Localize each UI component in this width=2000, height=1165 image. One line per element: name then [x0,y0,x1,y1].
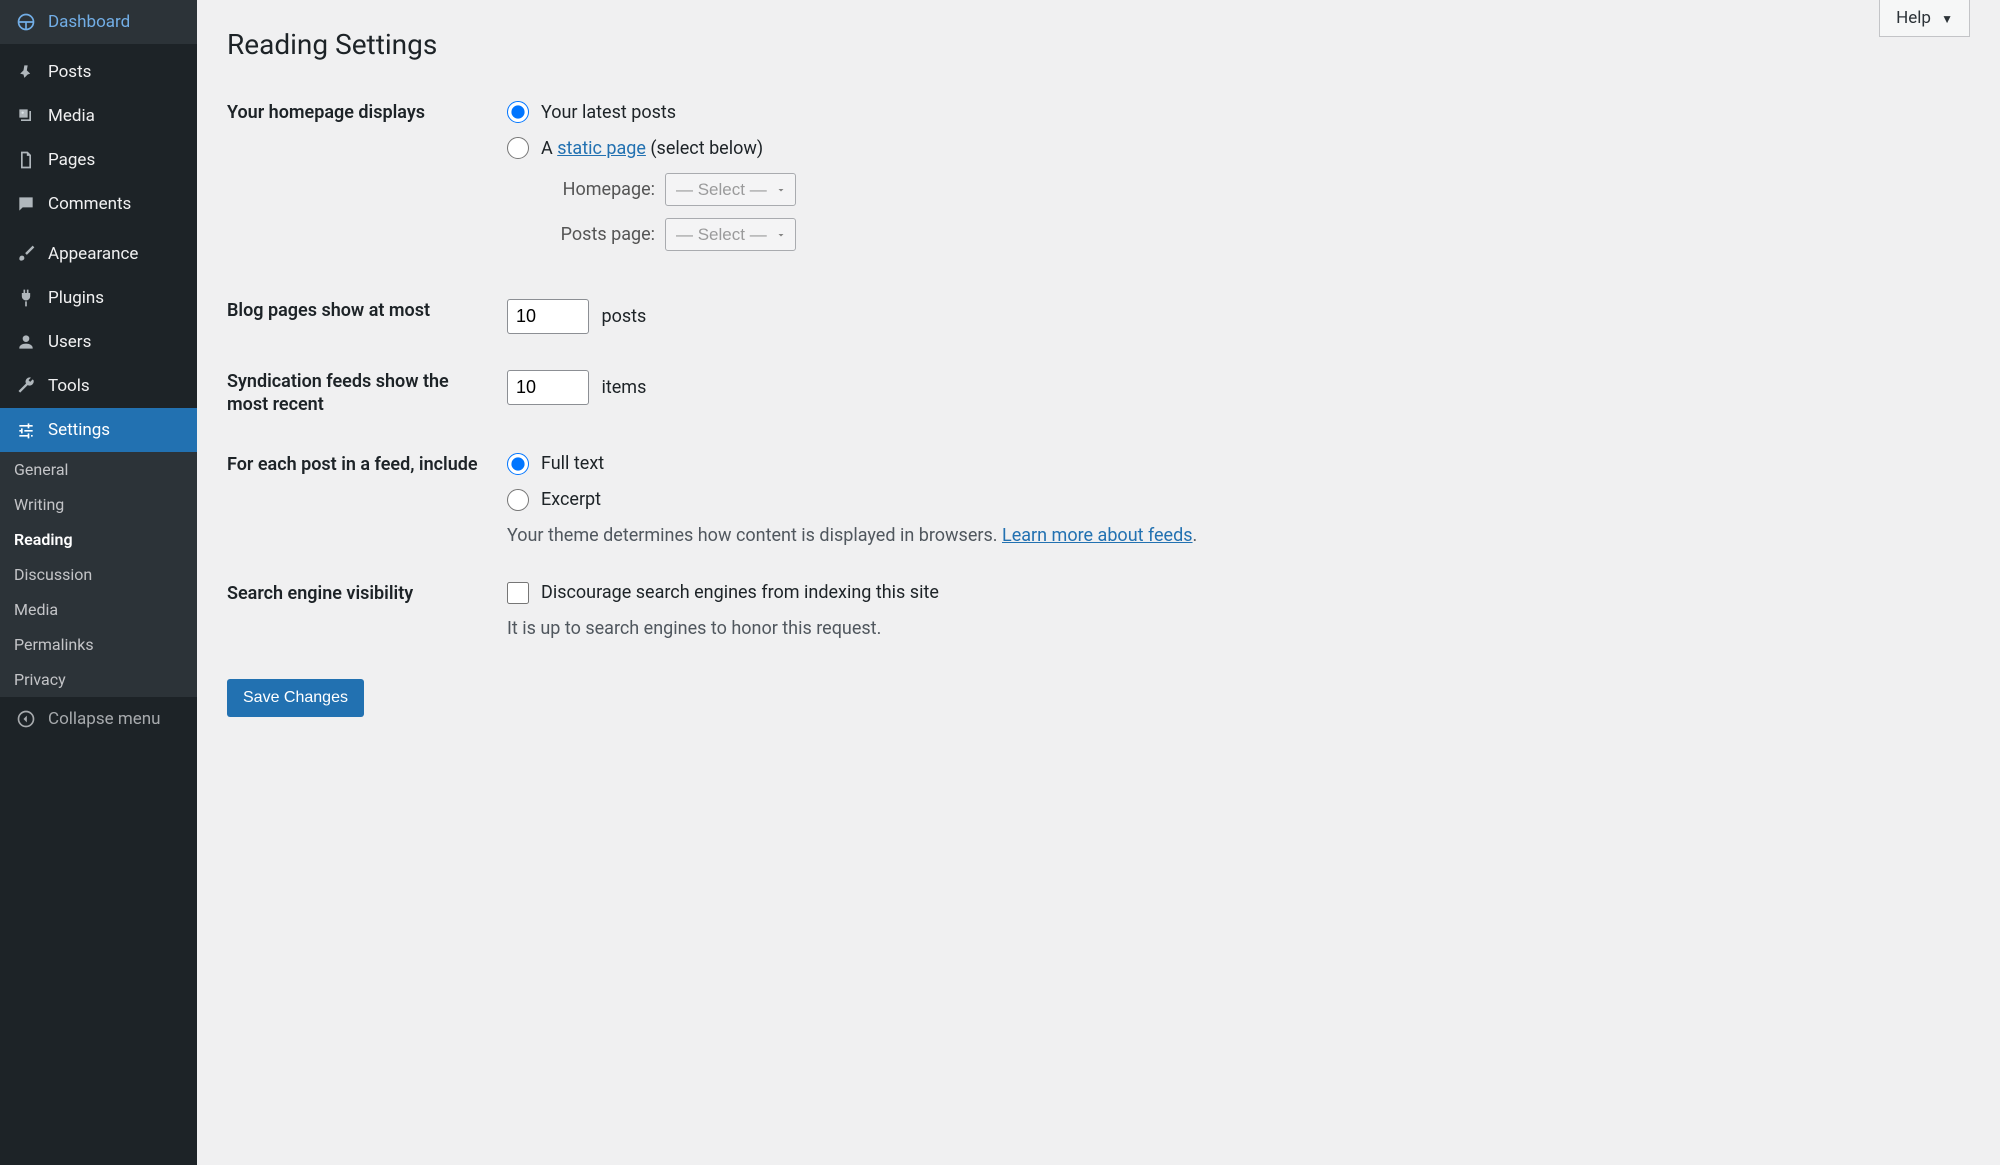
collapse-label: Collapse menu [48,709,161,729]
collapse-menu[interactable]: Collapse menu [0,697,197,741]
feed-description: Your theme determines how content is dis… [507,525,1970,546]
submenu-item-general[interactable]: General [0,452,197,487]
homepage-latest-radio[interactable] [507,101,529,123]
sidebar-item-appearance[interactable]: Appearance [0,232,197,276]
feed-include-label: For each post in a feed, include [227,453,507,546]
syndication-input[interactable] [507,370,589,405]
posts-page-select-label: Posts page: [531,224,655,245]
sidebar-item-label: Dashboard [48,12,130,32]
sidebar-item-users[interactable]: Users [0,320,197,364]
sidebar-item-media[interactable]: Media [0,94,197,138]
sliders-icon [14,418,38,442]
wrench-icon [14,374,38,398]
sidebar-item-label: Posts [48,62,91,82]
media-icon [14,104,38,128]
sidebar-item-label: Media [48,106,95,126]
blog-pages-suffix: posts [601,306,646,327]
pin-icon [14,60,38,84]
brush-icon [14,242,38,266]
feed-fulltext-label: Full text [541,453,604,474]
submenu-item-discussion[interactable]: Discussion [0,557,197,592]
syndication-label: Syndication feeds show the most recent [227,370,507,417]
blog-pages-input[interactable] [507,299,589,334]
homepage-select[interactable]: — Select — [665,173,796,206]
syndication-suffix: items [601,377,646,398]
save-changes-button[interactable]: Save Changes [227,679,364,717]
sidebar-item-dashboard[interactable]: Dashboard [0,0,197,44]
homepage-displays-label: Your homepage displays [227,101,507,263]
feed-excerpt-radio[interactable] [507,489,529,511]
plug-icon [14,286,38,310]
sidebar-item-settings[interactable]: Settings [0,408,197,452]
sidebar-item-label: Pages [48,150,95,170]
user-icon [14,330,38,354]
settings-submenu: General Writing Reading Discussion Media… [0,452,197,697]
blog-pages-label: Blog pages show at most [227,299,507,334]
search-visibility-description: It is up to search engines to honor this… [507,618,1970,639]
sidebar-item-label: Plugins [48,288,104,308]
sidebar-item-pages[interactable]: Pages [0,138,197,182]
comment-icon [14,192,38,216]
submenu-item-permalinks[interactable]: Permalinks [0,627,197,662]
sidebar-item-label: Settings [48,420,110,440]
discourage-search-checkbox[interactable] [507,582,529,604]
homepage-static-label: A static page (select below) [541,138,763,159]
submenu-item-media[interactable]: Media [0,592,197,627]
sidebar-item-label: Users [48,332,91,352]
collapse-icon [14,707,38,731]
sidebar-item-label: Comments [48,194,131,214]
sidebar-item-label: Tools [48,376,90,396]
homepage-static-radio[interactable] [507,137,529,159]
sidebar-item-label: Appearance [48,244,138,264]
homepage-select-label: Homepage: [531,179,655,200]
learn-more-feeds-link[interactable]: Learn more about feeds [1002,525,1193,546]
submenu-item-privacy[interactable]: Privacy [0,662,197,697]
main-content: Help ▼ Reading Settings Your homepage di… [197,0,2000,1165]
feed-fulltext-radio[interactable] [507,453,529,475]
static-page-link[interactable]: static page [557,138,646,159]
search-visibility-label: Search engine visibility [227,582,507,639]
sidebar-item-posts[interactable]: Posts [0,50,197,94]
submenu-item-reading[interactable]: Reading [0,522,197,557]
sidebar-item-comments[interactable]: Comments [0,182,197,226]
sidebar-item-plugins[interactable]: Plugins [0,276,197,320]
admin-sidebar: Dashboard Posts Media Pages Comments App… [0,0,197,1165]
page-icon [14,148,38,172]
submenu-item-writing[interactable]: Writing [0,487,197,522]
chevron-down-icon: ▼ [1941,12,1953,26]
discourage-search-label: Discourage search engines from indexing … [541,582,939,603]
homepage-latest-label: Your latest posts [541,102,676,123]
dashboard-icon [14,10,38,34]
feed-excerpt-label: Excerpt [541,489,601,510]
page-title: Reading Settings [227,10,1970,83]
sidebar-item-tools[interactable]: Tools [0,364,197,408]
help-label: Help [1896,8,1931,28]
posts-page-select[interactable]: — Select — [665,218,796,251]
help-tab[interactable]: Help ▼ [1879,0,1970,37]
